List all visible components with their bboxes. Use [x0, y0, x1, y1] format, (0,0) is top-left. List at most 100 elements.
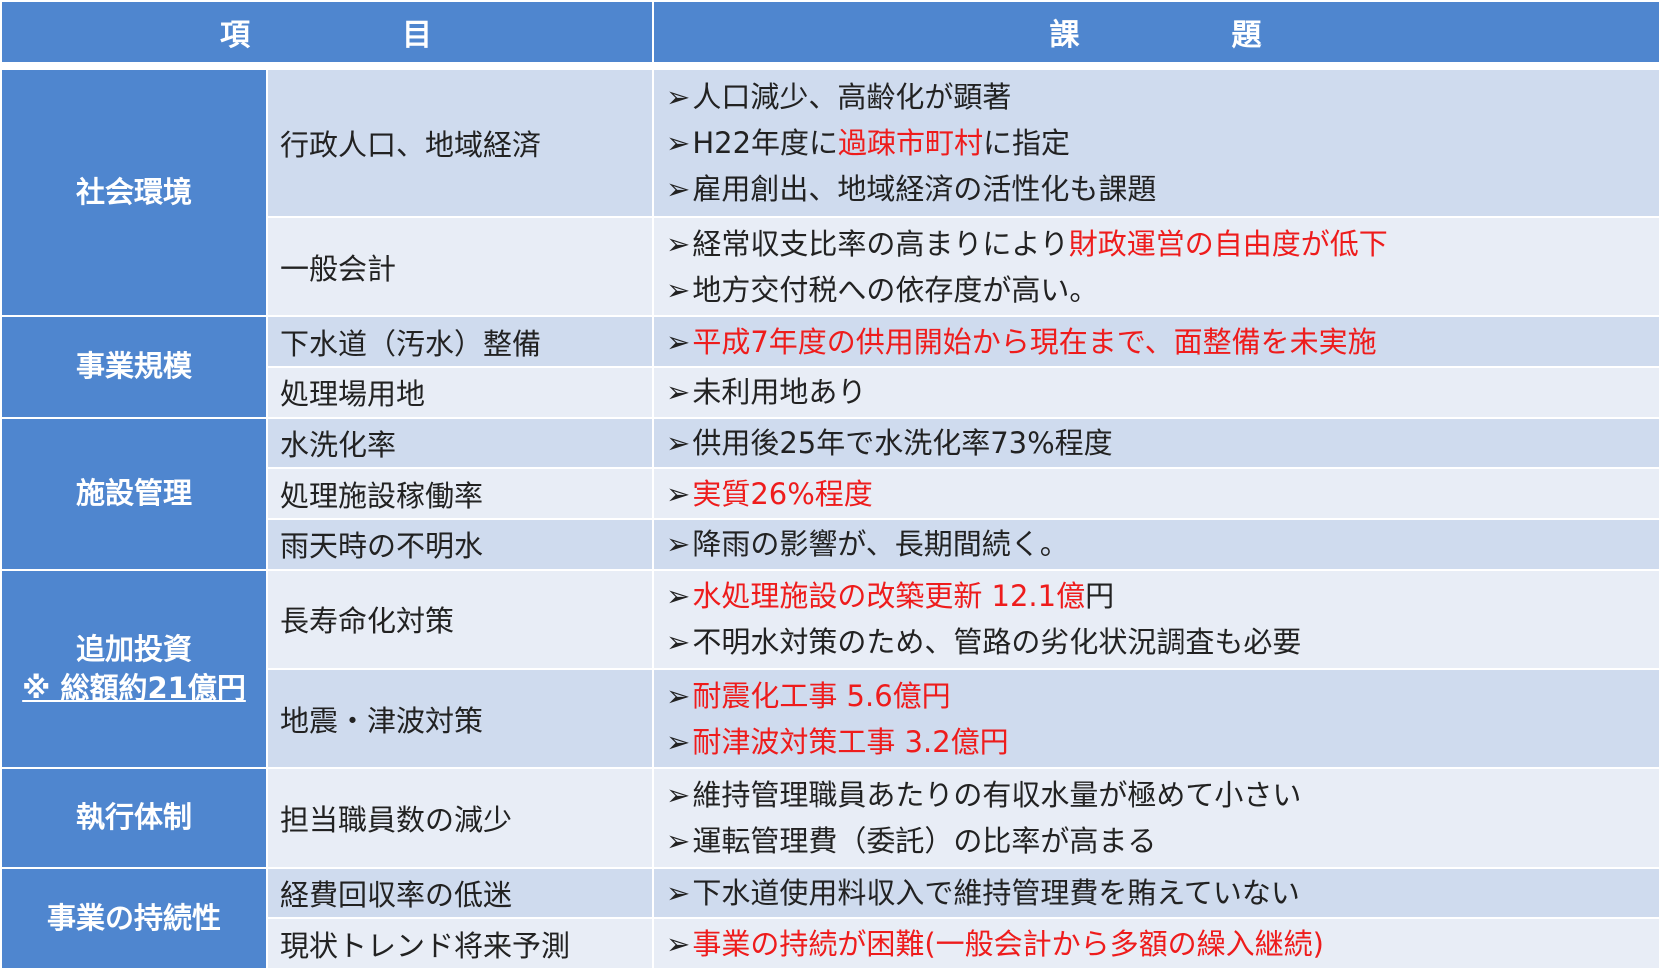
bullet-arrow-icon: ➢ [666, 777, 691, 812]
bullet-arrow-icon: ➢ [666, 926, 691, 961]
item-cell: 地震・津波対策 [266, 667, 654, 770]
table-row: 事業規模 下水道（汚水）整備 ➢平成7年度の供用開始から現在まで、面整備を未実施 [0, 315, 1659, 419]
item-cell: 雨天時の不明水 [266, 517, 654, 571]
issue-text-highlight: 耐震化工事 5.6億円 [692, 678, 951, 713]
item-label: 処理施設稼働率 [280, 478, 484, 513]
issue-text-highlight: 耐津波対策工事 3.2億円 [692, 724, 1009, 759]
item-label: 担当職員数の減少 [280, 802, 513, 837]
item-label: 行政人口、地域経済 [280, 127, 542, 162]
table-row: 事業の持続性 経費回収率の低迷 ➢下水道使用料収入で維持管理費を賄えていない [0, 866, 1659, 970]
table-header-row: 項目 課題 [0, 0, 1659, 64]
bullet-arrow-icon: ➢ [666, 425, 691, 460]
issue-line: ➢事業の持続が困難(一般会計から多額の繰入継続) [666, 921, 1658, 967]
item-label: 地震・津波対策 [280, 703, 484, 738]
category-cell: 事業規模 [0, 315, 268, 419]
bullet-arrow-icon: ➢ [666, 79, 691, 114]
issue-text-highlight: 事業の持続が困難(一般会計から多額の繰入継続) [692, 926, 1324, 961]
issue-cell: ➢事業の持続が困難(一般会計から多額の繰入継続) [652, 917, 1659, 970]
header-issue-char1: 課 [1049, 18, 1082, 53]
issue-text: 供用後25年で水洗化率73%程度 [692, 425, 1113, 460]
issues-table-page: 項目 課題 社会環境 行政人口、地域経済 ➢人口減少、高齢化が顕著 ➢H22年度に過疎… [0, 0, 1659, 970]
item-cell: 処理施設稼働率 [266, 467, 654, 520]
item-cell: 処理場用地 [266, 365, 654, 419]
item-cell: 行政人口、地域経済 [266, 68, 654, 218]
issue-text: 不明水対策のため、管路の劣化状況調査も必要 [692, 625, 1302, 660]
issue-line: ➢水処理施設の改築更新 12.1億円 [666, 573, 1658, 619]
issue-line: ➢人口減少、高齢化が顕著 [666, 74, 1658, 120]
table-row: 社会環境 行政人口、地域経済 ➢人口減少、高齢化が顕著 ➢H22年度に過疎市町村に指定… [0, 67, 1659, 318]
item-label: 下水道（汚水）整備 [280, 326, 542, 361]
bullet-arrow-icon: ➢ [666, 226, 691, 261]
issue-text-highlight: 財政運営の自由度が低下 [1068, 226, 1388, 261]
issue-line: ➢耐震化工事 5.6億円 [666, 673, 1658, 719]
bullet-arrow-icon: ➢ [666, 823, 691, 858]
bullet-arrow-icon: ➢ [666, 272, 691, 307]
bullet-arrow-icon: ➢ [666, 678, 691, 713]
issue-line: ➢不明水対策のため、管路の劣化状況調査も必要 [666, 619, 1658, 665]
header-item-cell: 項目 [0, 0, 654, 64]
bullet-arrow-icon: ➢ [666, 375, 691, 410]
header-item-char2: 目 [402, 18, 434, 53]
bullet-arrow-icon: ➢ [666, 579, 691, 614]
table-row: 執行体制 担当職員数の減少 ➢維持管理職員あたりの有収水量が極めて小さい ➢運転管理費… [0, 767, 1659, 869]
category-label: 事業規模 [75, 349, 192, 384]
issue-text-highlight: 水処理施設の改築更新 12.1億 [692, 579, 1086, 614]
bullet-arrow-icon: ➢ [666, 171, 691, 206]
category-sublabel: ※ 総額約21億円 [22, 670, 246, 705]
issue-line: ➢維持管理職員あたりの有収水量が極めて小さい [666, 772, 1658, 818]
issue-text: 下水道使用料収入で維持管理費を賄えていない [692, 875, 1300, 910]
bullet-arrow-icon: ➢ [666, 527, 691, 562]
issue-line: ➢供用後25年で水洗化率73%程度 [666, 420, 1658, 466]
item-cell: 担当職員数の減少 [266, 767, 654, 869]
issue-text: H22年度に [692, 125, 839, 160]
header-item-label: 項目 [3, 10, 651, 54]
category-label: 社会環境 [75, 175, 192, 210]
issue-cell: ➢供用後25年で水洗化率73%程度 [652, 416, 1659, 470]
issue-line: ➢経常収支比率の高まりにより財政運営の自由度が低下 [666, 221, 1658, 267]
issue-text: 未利用地あり [692, 375, 867, 410]
header-issue-cell: 課題 [652, 0, 1659, 64]
issue-cell: ➢耐震化工事 5.6億円 ➢耐津波対策工事 3.2億円 [652, 667, 1659, 770]
category-cell: 施設管理 [0, 416, 268, 571]
item-label: 長寿命化対策 [280, 604, 455, 639]
table-row: 追加投資 ※ 総額約21億円 長寿命化対策 ➢水処理施設の改築更新 12.1億円 ➢不明… [0, 568, 1659, 770]
bullet-arrow-icon: ➢ [666, 125, 691, 160]
issue-cell: ➢降雨の影響が、長期間続く。 [652, 517, 1659, 571]
issue-line: ➢下水道使用料収入で維持管理費を賄えていない [666, 870, 1658, 916]
bullet-arrow-icon: ➢ [666, 324, 691, 359]
category-label: 施設管理 [75, 476, 192, 511]
category-cell: 追加投資 ※ 総額約21億円 [0, 568, 268, 770]
issue-cell: ➢実質26%程度 [652, 467, 1659, 520]
item-cell: 現状トレンド将来予測 [266, 917, 654, 970]
item-label: 雨天時の不明水 [280, 529, 484, 564]
issue-text: 維持管理職員あたりの有収水量が極めて小さい [692, 777, 1302, 812]
bullet-arrow-icon: ➢ [666, 724, 691, 759]
issue-text: 地方交付税への依存度が高い。 [692, 272, 1099, 307]
issue-line: ➢運転管理費（委託）の比率が高まる [666, 818, 1658, 864]
issue-text: 経常収支比率の高まりにより [692, 226, 1069, 261]
category-cell: 執行体制 [0, 767, 268, 869]
category-label: 執行体制 [75, 800, 192, 835]
category-cell: 社会環境 [0, 67, 268, 318]
category-cell: 事業の持続性 [0, 866, 268, 970]
table-row: 施設管理 水洗化率 ➢供用後25年で水洗化率73%程度 [0, 416, 1659, 571]
item-cell: 水洗化率 [266, 416, 654, 470]
issue-text: 降雨の影響が、長期間続く。 [692, 527, 1069, 562]
issue-line: ➢降雨の影響が、長期間続く。 [666, 521, 1658, 567]
item-label: 水洗化率 [280, 427, 397, 462]
bullet-arrow-icon: ➢ [666, 875, 691, 910]
issue-text: 運転管理費（委託）の比率が高まる [692, 823, 1157, 858]
item-label: 一般会計 [280, 251, 397, 286]
issue-line: ➢未利用地あり [666, 369, 1658, 415]
bullet-arrow-icon: ➢ [666, 625, 691, 660]
item-label: 処理場用地 [280, 377, 426, 412]
item-label: 経費回収率の低迷 [280, 877, 513, 912]
issue-text: 人口減少、高齢化が顕著 [692, 79, 1012, 114]
bullet-arrow-icon: ➢ [666, 476, 691, 511]
item-label: 現状トレンド将来予測 [280, 928, 571, 963]
issue-line: ➢H22年度に過疎市町村に指定 [666, 120, 1658, 166]
issue-line: ➢平成7年度の供用開始から現在まで、面整備を未実施 [666, 319, 1658, 365]
issue-line: ➢雇用創出、地域経済の活性化も課題 [666, 166, 1658, 212]
item-cell: 経費回収率の低迷 [266, 866, 654, 920]
issue-cell: ➢水処理施設の改築更新 12.1億円 ➢不明水対策のため、管路の劣化状況調査も必要 [652, 568, 1659, 670]
